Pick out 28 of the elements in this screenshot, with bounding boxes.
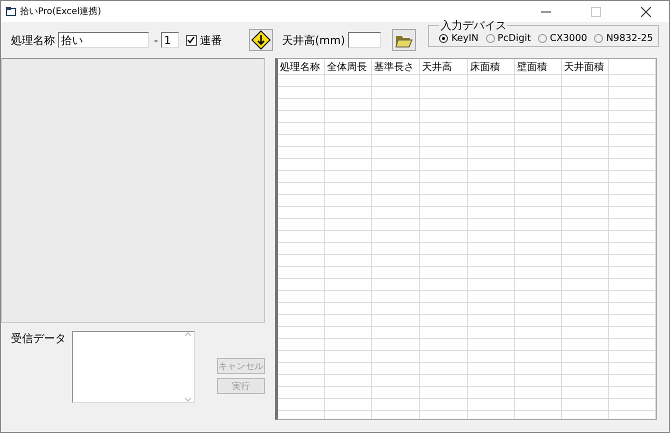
- column-header: 天井高: [420, 59, 468, 74]
- data-grid[interactable]: 処理名称 全体周長 基準長さ 天井高 床面積 壁面積 天井面積: [275, 58, 657, 420]
- maximize-icon: [591, 6, 601, 16]
- ceiling-field[interactable]: [348, 32, 381, 48]
- folder-button[interactable]: [392, 29, 416, 51]
- window-title: 拾いPro(Excel連携): [20, 6, 102, 18]
- received-label: 受信データ: [11, 331, 66, 347]
- radio-option[interactable]: CX3000: [538, 33, 588, 44]
- app-icon: [6, 7, 16, 16]
- name-label: 処理名称: [11, 32, 55, 48]
- close-icon: [641, 6, 651, 16]
- dash-label: -: [154, 34, 158, 46]
- radio-option[interactable]: KeyIN: [439, 33, 479, 44]
- name-field[interactable]: 拾い: [58, 32, 149, 48]
- column-header: 基準長さ: [372, 59, 420, 74]
- column-header: 天井面積: [562, 59, 609, 74]
- serial-label: 連番: [200, 32, 222, 48]
- serial-checkbox[interactable]: [186, 34, 197, 46]
- group-title: 入力デバイス: [439, 18, 508, 33]
- column-header: 床面積: [468, 59, 515, 74]
- column-header: 処理名称: [278, 59, 325, 74]
- ceiling-label: 天井高(mm): [282, 32, 345, 48]
- number-field[interactable]: 1: [160, 32, 179, 48]
- radio-option[interactable]: PcDigit: [486, 33, 531, 44]
- column-header: 壁面積: [515, 59, 562, 74]
- download-button[interactable]: [248, 29, 273, 51]
- radio-option[interactable]: N9832-25: [594, 33, 653, 44]
- column-header: 全体周長: [325, 59, 372, 74]
